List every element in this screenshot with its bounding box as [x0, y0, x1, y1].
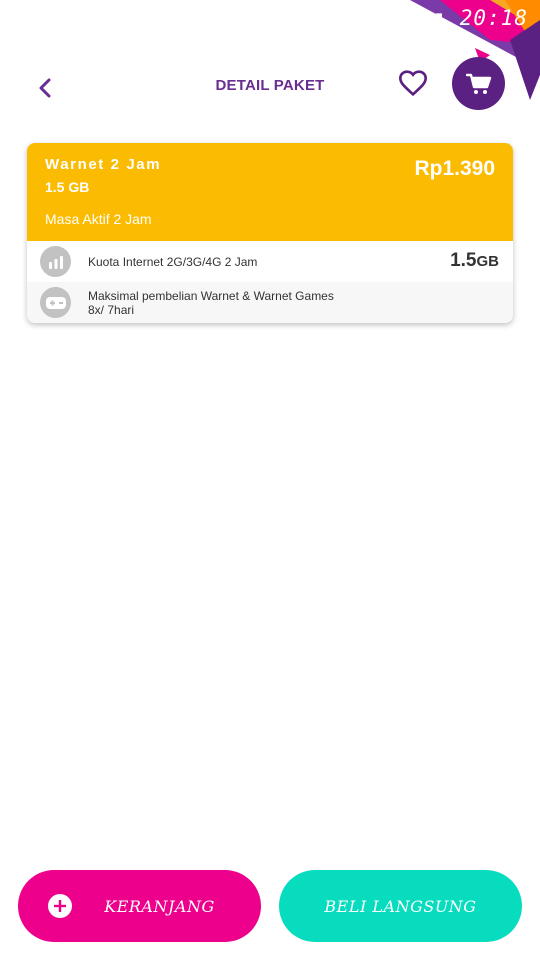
favorite-button[interactable]	[397, 67, 429, 99]
detail-row-quota: Kuota Internet 2G/3G/4G 2 Jam 1.5GB	[27, 241, 513, 282]
status-bar: % ▮ 20:18	[405, 6, 528, 30]
battery-icon: ▮	[432, 6, 447, 30]
package-price: Rp1.390	[414, 157, 495, 180]
clock: 20:18	[459, 6, 528, 30]
package-name: Warnet 2 Jam	[45, 156, 162, 173]
purchase-limit-label: Maksimal pembelian Warnet & Warnet Games…	[88, 289, 334, 317]
cart-icon	[465, 73, 491, 94]
app-header: DETAIL PAKET	[0, 55, 540, 119]
battery-percent: %	[405, 6, 419, 30]
add-to-cart-label: KERANJANG	[104, 896, 215, 916]
purchase-limit-line2: 8x/ 7hari	[88, 303, 135, 317]
gamepad-icon	[40, 287, 71, 318]
buy-now-button[interactable]: BELI LANGSUNG	[279, 870, 522, 942]
quota-unit: GB	[476, 253, 500, 270]
quota-amount: 1.5	[450, 250, 477, 271]
signal-bars-icon	[40, 246, 71, 277]
purchase-limit-line1: Maksimal pembelian Warnet & Warnet Games	[88, 289, 334, 303]
heart-icon	[398, 70, 428, 97]
package-active-period: Masa Aktif 2 Jam	[45, 211, 152, 227]
quota-label: Kuota Internet 2G/3G/4G 2 Jam	[88, 255, 258, 269]
add-to-cart-button[interactable]: KERANJANG	[18, 870, 261, 942]
detail-row-purchase-limit: Maksimal pembelian Warnet & Warnet Games…	[27, 282, 513, 323]
quota-value: 1.5GB	[450, 250, 499, 272]
cart-button[interactable]	[452, 57, 505, 110]
package-card: Warnet 2 Jam 1.5 GB Rp1.390 Masa Aktif 2…	[27, 143, 513, 323]
buy-now-label: BELI LANGSUNG	[324, 896, 477, 916]
plus-icon	[48, 894, 72, 918]
package-size: 1.5 GB	[45, 179, 90, 195]
package-header: Warnet 2 Jam 1.5 GB Rp1.390 Masa Aktif 2…	[27, 143, 513, 241]
